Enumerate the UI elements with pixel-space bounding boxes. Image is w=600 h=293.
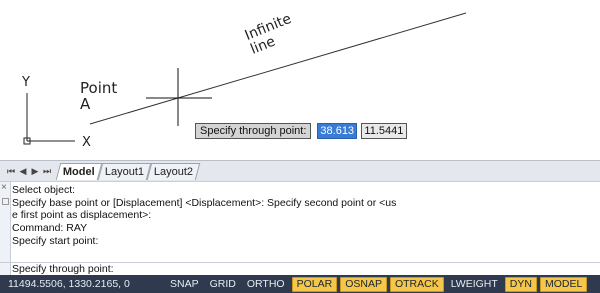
history-line: Specify start point: [12,234,99,247]
history-line: Command: RAY [12,222,88,235]
dynamic-input-value1[interactable]: 38.613 [317,123,358,139]
close-icon[interactable]: × [1,183,7,193]
otrack-toggle[interactable]: OTRACK [389,276,444,292]
history-line: Select object: [12,184,76,196]
ucs-icon [23,93,75,145]
dynamic-input-prompt: Specify through point: [195,123,312,139]
dynamic-input-value2[interactable]: 11.5441 [361,123,408,139]
layout-tabs-bar: ⏮ ◀ ▶ ⏭ Model Layout1 Layout2 [0,160,600,182]
ortho-toggle[interactable]: ORTHO [243,278,289,291]
osnap-toggle[interactable]: OSNAP [340,276,387,292]
point-label-line2: A [80,95,91,113]
ucs-x-label: X [82,135,91,150]
last-tab-icon[interactable]: ⏭ [42,166,52,177]
history-line: e first point as displacement>: [12,209,152,222]
dynamic-input-tooltip: Specify through point: 38.613 11.5441 [195,123,408,139]
model-toggle[interactable]: MODEL [539,276,588,292]
ucs-y-label: Y [22,75,30,90]
point-a-label: Point A [80,80,117,112]
tab-model[interactable]: Model [55,162,103,180]
dyn-toggle[interactable]: DYN [504,276,537,292]
grid-toggle[interactable]: GRID [206,278,240,291]
snap-toggle[interactable]: SNAP [166,278,203,291]
command-window: × Select object: Specify base point or [… [0,181,600,275]
prev-tab-icon[interactable]: ◀ [18,166,28,177]
point-label-line1: Point [80,79,118,97]
status-bar: 11494.5506, 1330.2165, 0 SNAP GRID ORTHO… [0,275,600,293]
next-tab-icon[interactable]: ▶ [30,166,40,177]
command-history: Select object: Specify base point or [Di… [12,184,598,248]
polar-toggle[interactable]: POLAR [291,276,338,292]
drawing-canvas[interactable]: Y X Point A Infinite line Specify throug… [0,0,600,160]
tab-layout1-label: Layout1 [104,165,144,178]
coordinates-readout[interactable]: 11494.5506, 1330.2165, 0 [8,278,166,290]
first-tab-icon[interactable]: ⏮ [6,166,16,177]
autocad-window: Y X Point A Infinite line Specify throug… [0,0,600,293]
lweight-toggle[interactable]: LWEIGHT [447,278,502,291]
command-input[interactable]: Specify through point: [0,262,600,275]
grip-icon[interactable] [2,198,9,205]
tab-layout1[interactable]: Layout1 [97,162,152,180]
tab-model-label: Model [62,165,95,178]
tab-layout2-label: Layout2 [153,165,193,178]
tab-layout2[interactable]: Layout2 [146,162,201,180]
history-line: Specify base point or [Displacement] <Di… [12,196,397,209]
